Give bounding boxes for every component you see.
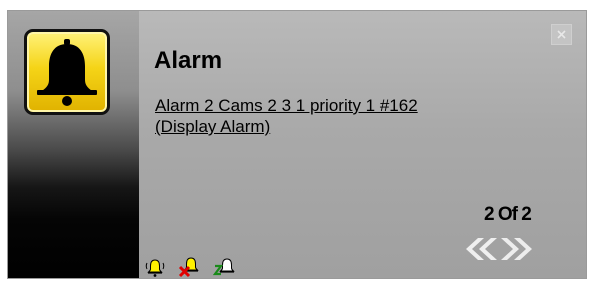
double-chevron-right-icon xyxy=(501,238,532,260)
acknowledge-alarm-button[interactable] xyxy=(144,256,166,278)
alarm-title: Alarm xyxy=(154,47,223,74)
alarm-popup: Alarm Alarm 2 Cams 2 3 1 priority 1 #162… xyxy=(7,10,587,279)
alarm-counter: 2 Of 2 xyxy=(484,204,532,225)
bell-icon xyxy=(24,29,110,115)
clear-alarm-button[interactable] xyxy=(178,256,200,278)
close-icon xyxy=(557,30,566,39)
alarm-link-line2: (Display Alarm) xyxy=(155,117,271,136)
next-alarm-button[interactable] xyxy=(500,235,536,263)
snooze-alarm-button[interactable] xyxy=(212,256,235,278)
previous-alarm-button[interactable] xyxy=(462,235,498,263)
close-button[interactable] xyxy=(551,24,572,45)
snooze-bell-icon xyxy=(212,258,235,276)
double-chevron-left-icon xyxy=(466,238,497,260)
clear-bell-icon xyxy=(178,257,199,278)
acknowledge-bell-icon xyxy=(145,259,165,277)
alarm-link-line1: Alarm 2 Cams 2 3 1 priority 1 #162 xyxy=(155,96,418,115)
display-alarm-link[interactable]: Alarm 2 Cams 2 3 1 priority 1 #162 (Disp… xyxy=(155,95,418,137)
